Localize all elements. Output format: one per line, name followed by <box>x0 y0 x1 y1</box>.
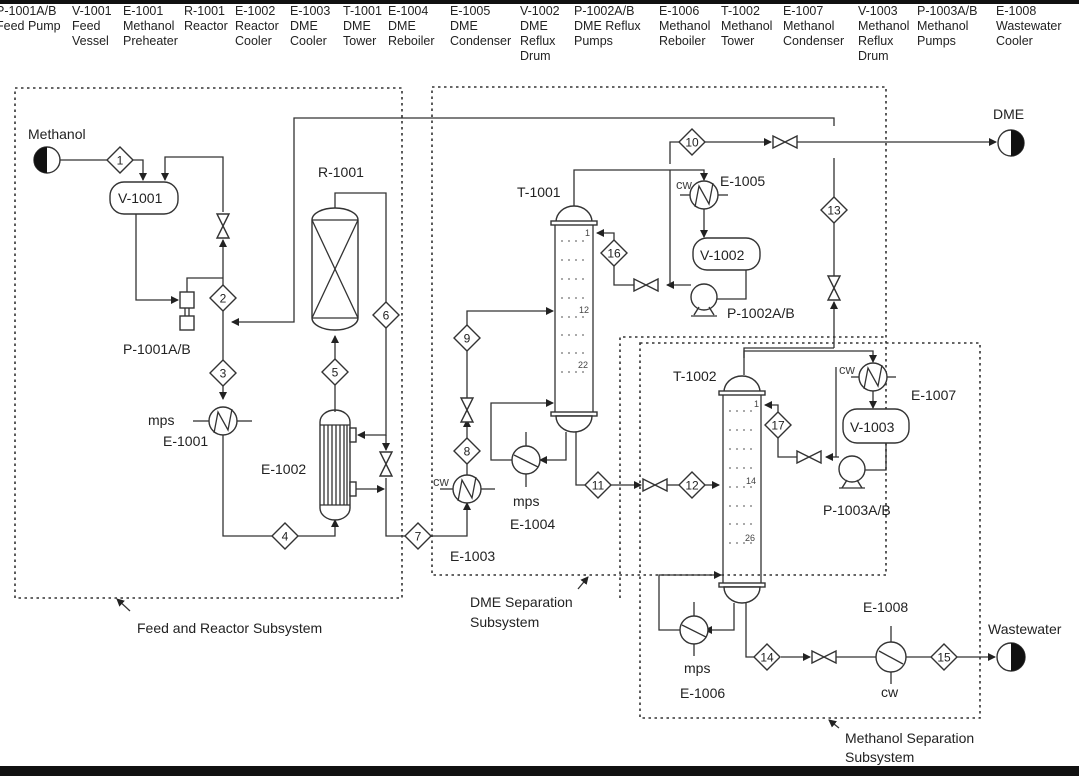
valve <box>826 275 842 301</box>
stream-16-marker: 16 <box>600 239 628 267</box>
valve <box>378 451 394 477</box>
valve <box>633 277 659 293</box>
stream-5-marker: 5 <box>321 358 349 386</box>
e-1002-label: E-1002 <box>261 461 306 477</box>
dme-subsystem-label-2: Subsystem <box>470 614 539 630</box>
t-1001-label: T-1001 <box>517 184 561 200</box>
stream-number: 7 <box>415 530 422 544</box>
tray-label: 26 <box>745 533 755 543</box>
stream-number: 12 <box>685 479 699 493</box>
tray-label: 22 <box>578 360 588 370</box>
e-1005-label: E-1005 <box>720 173 765 189</box>
stream-number: 16 <box>607 247 621 261</box>
stream-6-marker: 6 <box>372 301 400 329</box>
valve <box>459 397 475 423</box>
p-1003-label: P-1003A/B <box>823 502 891 518</box>
methanol-feed-source <box>33 146 61 174</box>
r-1001-label: R-1001 <box>318 164 364 180</box>
feed-reactor-subsystem-label: Feed and Reactor Subsystem <box>137 620 322 636</box>
stream-number: 6 <box>383 309 390 323</box>
cw-label: cw <box>839 362 856 377</box>
stream-number: 11 <box>592 479 605 493</box>
valve <box>796 449 822 465</box>
e-1004-reboiler <box>511 445 541 475</box>
dme-product-sink <box>997 129 1025 157</box>
cw-label: cw <box>433 474 450 489</box>
e-1006-label: E-1006 <box>680 685 725 701</box>
stream-number: 2 <box>220 292 227 306</box>
v-1003-label: V-1003 <box>850 419 895 435</box>
mps-label: mps <box>684 660 710 676</box>
stream-12-marker: 12 <box>678 471 706 499</box>
stream-number: 1 <box>117 154 124 168</box>
v-1001-label: V-1001 <box>118 190 163 206</box>
tray-label: 14 <box>746 476 756 486</box>
e-1006-reboiler <box>679 615 709 645</box>
process-flow-diagram: Methanol V-1001 P-1001A/B mps E-1001 E-1… <box>14 86 1062 765</box>
e-1004-label: E-1004 <box>510 516 555 532</box>
stream-2-marker: 2 <box>209 284 237 312</box>
mps-label: mps <box>513 493 539 509</box>
stream-13-marker: 13 <box>820 196 848 224</box>
e-1003-label: E-1003 <box>450 548 495 564</box>
tray-label: 12 <box>579 305 589 315</box>
waste-label: Wastewater <box>988 621 1062 637</box>
stream-8-marker: 8 <box>453 437 481 465</box>
stream-10-marker: 10 <box>678 128 706 156</box>
valve <box>642 477 668 493</box>
t-1002-methanol-tower <box>718 375 766 604</box>
e-1001-label: E-1001 <box>163 433 208 449</box>
t-1001-dme-tower <box>550 205 598 433</box>
stream-15-marker: 15 <box>930 643 958 671</box>
p-1001-label: P-1001A/B <box>123 341 191 357</box>
cw-label: cw <box>881 684 899 700</box>
feed-label: Methanol <box>28 126 86 142</box>
valve <box>811 649 837 665</box>
stream-number: 9 <box>464 332 471 346</box>
p-1001-motor <box>179 315 195 331</box>
cw-label: cw <box>676 177 693 192</box>
tray-label: 1 <box>585 228 590 238</box>
e-1008-label: E-1008 <box>863 599 908 615</box>
stream-number: 14 <box>760 651 774 665</box>
stream-17-marker: 17 <box>764 411 792 439</box>
meoh-subsystem-label-1: Methanol Separation <box>845 730 974 746</box>
valve <box>215 213 231 239</box>
p-1002-label: P-1002A/B <box>727 305 795 321</box>
wastewater-sink <box>996 642 1026 672</box>
stream-3-marker: 3 <box>209 359 237 387</box>
e-1007-label: E-1007 <box>911 387 956 403</box>
p-1001-pump <box>179 291 195 309</box>
p-1003-pump <box>838 455 866 483</box>
t-1002-label: T-1002 <box>673 368 717 384</box>
meoh-subsystem-label-2: Subsystem <box>845 749 914 765</box>
stream-1-marker: 1 <box>106 146 134 174</box>
stream-14-marker: 14 <box>753 643 781 671</box>
stream-number: 4 <box>282 530 289 544</box>
tray-label: 1 <box>754 399 759 409</box>
stream-number: 8 <box>464 445 471 459</box>
stream-4-marker: 4 <box>271 522 299 550</box>
p-1002-pump <box>690 283 718 311</box>
r-1001-reactor <box>311 207 359 331</box>
stream-number: 3 <box>220 367 227 381</box>
stream-number: 13 <box>827 204 841 218</box>
dme-separation-subsystem-box <box>431 86 887 576</box>
stream-9-marker: 9 <box>453 324 481 352</box>
stream-number: 17 <box>771 419 785 433</box>
mps-label: mps <box>148 412 174 428</box>
valve <box>772 134 798 150</box>
stream-7-marker: 7 <box>404 522 432 550</box>
stream-number: 10 <box>685 136 699 150</box>
dme-subsystem-label-1: DME Separation <box>470 594 573 610</box>
product-label: DME <box>993 106 1024 122</box>
e-1002-reactor-cooler <box>319 409 357 521</box>
stream-number: 15 <box>937 651 951 665</box>
v-1002-label: V-1002 <box>700 247 745 263</box>
stream-number: 5 <box>332 366 339 380</box>
stream-11-marker: 11 <box>584 471 612 499</box>
